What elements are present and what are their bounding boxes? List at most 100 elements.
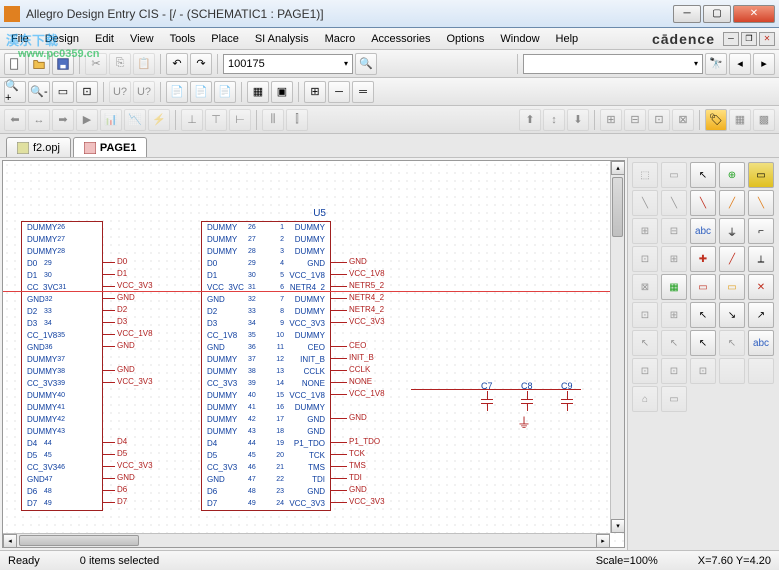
play-button[interactable]: ▶ (76, 109, 98, 131)
tool-b[interactable]: ⊤ (205, 109, 227, 131)
ext-a[interactable]: ⊞ (600, 109, 622, 131)
pal-select[interactable]: ⬚ (632, 162, 658, 188)
redo-button[interactable]: ↷ (190, 53, 212, 75)
mdi-minimize[interactable]: ─ (723, 32, 739, 46)
paste-button[interactable]: 📋 (133, 53, 155, 75)
last-b[interactable]: ▩ (753, 109, 775, 131)
save-button[interactable] (52, 53, 74, 75)
graph-button[interactable]: 📉 (124, 109, 146, 131)
wire-button[interactable]: ─ (328, 81, 350, 103)
part-button[interactable]: ⊞ (304, 81, 326, 103)
menu-view[interactable]: View (123, 31, 161, 47)
zoom-out-button[interactable]: 🔍- (28, 81, 50, 103)
bus-button[interactable]: ═ (352, 81, 374, 103)
pal-r6b[interactable]: ⊞ (661, 302, 687, 328)
chart-button[interactable]: 📊 (100, 109, 122, 131)
pal-add-part[interactable]: ⊕ (719, 162, 745, 188)
pal-r5d[interactable]: ▭ (719, 274, 745, 300)
annotate-button[interactable]: U? (109, 81, 131, 103)
menu-tools[interactable]: Tools (163, 31, 203, 47)
pal-end[interactable]: ▭ (661, 386, 687, 412)
report3-button[interactable]: 📄 (214, 81, 236, 103)
pal-r5a[interactable]: ⊠ (632, 274, 658, 300)
component-block[interactable]: DUMMY26DUMMY27DUMMY28D029D130CC_3VC31GND… (21, 221, 103, 511)
pal-noconnect[interactable]: ╱ (719, 246, 745, 272)
distribute-v[interactable]: ⫿ (286, 109, 308, 131)
report-button[interactable]: 📄 (166, 81, 188, 103)
align-center-button[interactable]: ↔ (28, 109, 50, 131)
scrollbar-vertical[interactable]: ▴ ▾ (610, 161, 624, 533)
pal-r8c[interactable]: ⊡ (690, 358, 716, 384)
align-top[interactable]: ⬆ (519, 109, 541, 131)
grid-button[interactable]: ▦ (247, 81, 269, 103)
pal-r5c[interactable]: ▭ (690, 274, 716, 300)
zoom-area-button[interactable]: ▭ (52, 81, 74, 103)
tool-a[interactable]: ⊥ (181, 109, 203, 131)
maximize-button[interactable]: ▢ (703, 5, 731, 23)
pal-arrow2[interactable]: ↘ (719, 302, 745, 328)
pal-line3[interactable]: ╲ (748, 190, 774, 216)
pal-r7d[interactable]: ↖ (719, 330, 745, 356)
menu-place[interactable]: Place (204, 31, 246, 47)
prev-button[interactable]: ◂ (729, 53, 751, 75)
pal-yellow[interactable]: ▭ (748, 162, 774, 188)
menu-help[interactable]: Help (549, 31, 586, 47)
component-U5[interactable]: U5DUMMY26DUMMY27DUMMY28D029D130VCC_3VC31… (201, 221, 331, 511)
back-annotate-button[interactable]: U? (133, 81, 155, 103)
zoom-fit-button[interactable]: ⊡ (76, 81, 98, 103)
pal-net[interactable]: ⊞ (632, 218, 658, 244)
tab-project[interactable]: f2.opj (6, 137, 71, 157)
pal-bus[interactable]: ╲ (661, 190, 687, 216)
pal-line2[interactable]: ╱ (719, 190, 745, 216)
zoom-in-button[interactable]: 🔍+ (4, 81, 26, 103)
sim-button[interactable]: ⚡ (148, 109, 170, 131)
scroll-thumb-v[interactable] (612, 177, 623, 237)
tab-page1[interactable]: PAGE1 (73, 137, 147, 157)
capacitor-C9[interactable]: C9 (561, 381, 573, 411)
pal-power[interactable]: ⟂ (748, 246, 774, 272)
report2-button[interactable]: 📄 (190, 81, 212, 103)
align-mid[interactable]: ↕ (543, 109, 565, 131)
pal-r4b[interactable]: ⊞ (661, 246, 687, 272)
part-search-combo[interactable]: 100175 ▾ (223, 54, 353, 74)
pal-r7c[interactable]: ↖ (690, 330, 716, 356)
pal-r5b[interactable]: ▦ (661, 274, 687, 300)
menu-file[interactable]: File (4, 31, 36, 47)
ext-d[interactable]: ⊠ (672, 109, 694, 131)
pal-arrow[interactable]: ↖ (690, 302, 716, 328)
ext-c[interactable]: ⊡ (648, 109, 670, 131)
align-right-button[interactable]: ➡ (52, 109, 74, 131)
pal-r6a[interactable]: ⊡ (632, 302, 658, 328)
pal-abc2[interactable]: abc (748, 330, 774, 356)
pal-r8e[interactable] (748, 358, 774, 384)
pal-step[interactable]: ⌐ (748, 218, 774, 244)
undo-button[interactable]: ↶ (166, 53, 188, 75)
pal-r7b[interactable]: ↖ (661, 330, 687, 356)
pal-pointer[interactable]: ↖ (690, 162, 716, 188)
menu-edit[interactable]: Edit (88, 31, 121, 47)
pal-r8b[interactable]: ⊡ (661, 358, 687, 384)
ext-b[interactable]: ⊟ (624, 109, 646, 131)
pal-arrow3[interactable]: ↗ (748, 302, 774, 328)
scroll-up-button[interactable]: ▴ (611, 161, 625, 175)
last-a[interactable]: ▦ (729, 109, 751, 131)
minimize-button[interactable]: ─ (673, 5, 701, 23)
scroll-down-button[interactable]: ▾ (611, 519, 625, 533)
scrollbar-horizontal[interactable]: ◂ ▸ (3, 533, 610, 547)
scroll-left-button[interactable]: ◂ (3, 534, 17, 548)
capacitor-C7[interactable]: C7 (481, 381, 493, 411)
pal-r8a[interactable]: ⊡ (632, 358, 658, 384)
menu-accessories[interactable]: Accessories (364, 31, 437, 47)
align-left-button[interactable]: ⬅ (4, 109, 26, 131)
new-button[interactable] (4, 53, 26, 75)
menu-macro[interactable]: Macro (318, 31, 363, 47)
copy-button[interactable]: ⎘ (109, 53, 131, 75)
zoom-search-button[interactable]: 🔍 (355, 53, 377, 75)
pal-part[interactable]: ▭ (661, 162, 687, 188)
menu-si-analysis[interactable]: SI Analysis (248, 31, 316, 47)
capacitor-C8[interactable]: C8 (521, 381, 533, 411)
mdi-restore[interactable]: ❐ (741, 32, 757, 46)
pal-ground[interactable]: ⏚ (719, 218, 745, 244)
menu-options[interactable]: Options (440, 31, 492, 47)
pal-text[interactable]: abc (690, 218, 716, 244)
